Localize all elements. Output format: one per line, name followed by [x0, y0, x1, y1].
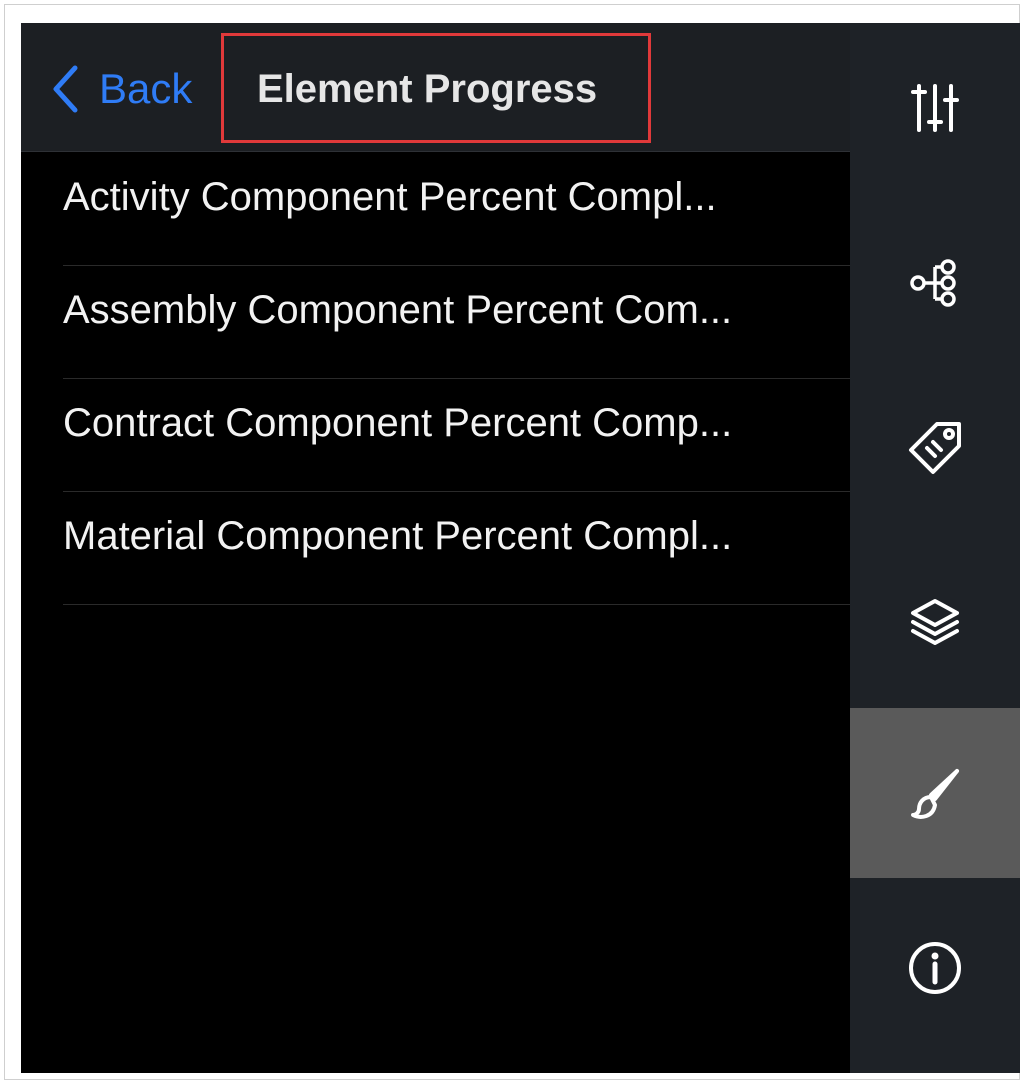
info-icon	[909, 942, 961, 994]
list-item-label: Activity Component Percent Compl...	[63, 174, 717, 219]
list-item-activity[interactable]: Activity Component Percent Compl...	[63, 153, 850, 266]
sliders-icon	[911, 84, 959, 132]
back-label: Back	[99, 65, 193, 112]
list-item-label: Material Component Percent Compl...	[63, 513, 733, 558]
element-progress-panel: Back Element Progress Activity Component…	[21, 23, 850, 1073]
list-item-material[interactable]: Material Component Percent Compl...	[63, 492, 850, 605]
right-toolbar	[850, 23, 1020, 1073]
layers-icon	[911, 599, 959, 645]
tag-icon	[909, 422, 961, 474]
list-item-label: Contract Component Percent Comp...	[63, 400, 733, 445]
list-item-contract[interactable]: Contract Component Percent Comp...	[63, 379, 850, 492]
layers-button[interactable]	[850, 538, 1020, 708]
component-list: Activity Component Percent Compl... Asse…	[63, 153, 850, 605]
list-item-assembly[interactable]: Assembly Component Percent Com...	[63, 266, 850, 379]
page-title: Element Progress	[257, 67, 598, 111]
paintbrush-icon	[911, 769, 959, 819]
hierarchy-icon	[910, 259, 956, 307]
hierarchy-button[interactable]	[850, 198, 1020, 368]
chevron-left-icon	[53, 65, 78, 113]
list-item-label: Assembly Component Percent Com...	[63, 287, 733, 332]
back-button[interactable]: Back	[51, 59, 192, 119]
panel-header: Back Element Progress	[21, 23, 850, 152]
filter-settings-button[interactable]	[850, 23, 1020, 193]
info-button[interactable]	[850, 883, 1020, 1053]
style-button[interactable]	[850, 708, 1020, 878]
app-window: Back Element Progress Activity Component…	[21, 23, 1020, 1073]
tag-button[interactable]	[850, 363, 1020, 533]
